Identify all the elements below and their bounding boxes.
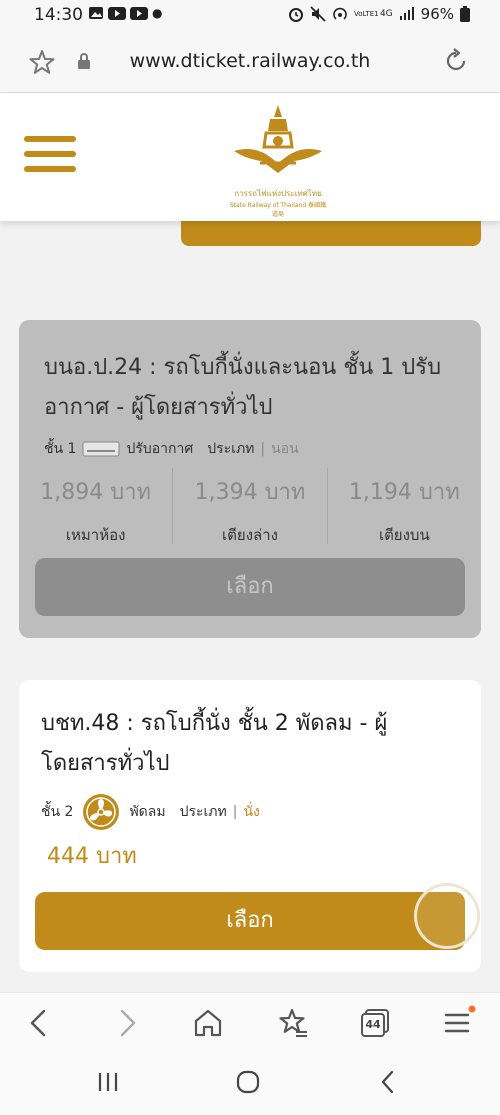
recent-apps-icon[interactable]: [96, 1070, 120, 1094]
card2-title: บชท.48 : รถโบกี้นั่ง ชั้น 2 พัดลม - ผู้โ…: [41, 711, 388, 776]
card1-select-button[interactable]: เลือก: [35, 558, 465, 616]
more-dot-icon: ●: [152, 6, 163, 20]
alarm-icon: [288, 8, 303, 22]
status-bar: 14:30 ● VoLTE1 4G 96%: [0, 0, 500, 32]
volte-label: VoLTE1: [353, 10, 379, 18]
notification-icons: ●: [88, 6, 162, 20]
train-option-card-2: บชท.48 : รถโบกี้นั่ง ชั้น 2 พัดลม - ผู้โ…: [19, 680, 481, 972]
hamburger-menu-icon[interactable]: [24, 136, 76, 172]
card1-ac-label: ปรับอากาศ: [126, 441, 194, 457]
card2-select-button[interactable]: เลือก: [35, 892, 465, 950]
system-status-icons: VoLTE1 4G 96%: [288, 5, 470, 23]
card2-type-value: นั่ง: [243, 804, 260, 820]
youtube-icon-2: [130, 6, 148, 20]
signal-icon: [399, 7, 414, 20]
card2-fan-label: พัดลม: [129, 804, 166, 820]
system-nav-bar: [0, 1050, 500, 1115]
price-amount: 1,894 บาท: [40, 480, 152, 505]
fan-icon: [83, 794, 120, 830]
card2-type-separator: |: [232, 804, 238, 820]
card1-type-separator: |: [260, 441, 266, 457]
card2-class: ชั้น 2: [41, 804, 74, 820]
card1-class: ชั้น 1: [44, 441, 77, 457]
tab-count: 44: [365, 1018, 381, 1031]
card1-type-label: ประเภท: [207, 441, 255, 457]
air-conditioner-icon: [82, 441, 120, 457]
browser-bottom-nav: 44: [0, 992, 500, 1051]
price-amount: 1,394 บาท: [194, 480, 306, 505]
status-time: 14:30: [34, 5, 83, 25]
touch-ripple: [414, 883, 480, 949]
tabs-button[interactable]: 44: [358, 1005, 394, 1041]
url-text[interactable]: www.dticket.railway.co.th: [0, 50, 500, 72]
price-amount: 1,194 บาท: [348, 480, 460, 505]
logo-thai-text: การรถไฟแห่งประเทศไทย: [234, 189, 322, 198]
srt-emblem-icon: [234, 105, 322, 173]
srt-logo[interactable]: การรถไฟแห่งประเทศไทย State Railway of Th…: [228, 101, 328, 218]
card2-price: 444 บาท: [47, 844, 137, 869]
price-label: เหมาห้อง: [65, 526, 126, 544]
gallery-icon: [89, 7, 103, 19]
reload-icon[interactable]: [442, 47, 470, 75]
forward-icon[interactable]: [108, 1005, 144, 1041]
logo-english-text: State Railway of Thailand 泰國鐵道局: [229, 202, 327, 218]
price-label: เตียงบน: [378, 526, 430, 544]
card2-meta: ชั้น 2 พัดลม ประเภท | นั่ง: [41, 792, 260, 832]
site-header: การรถไฟแห่งประเทศไทย State Railway of Th…: [0, 93, 500, 221]
system-back-icon[interactable]: [378, 1070, 398, 1094]
card1-price-list: 1,894 บาท เหมาห้อง 1,394 บาท เตียงล่าง 1…: [19, 468, 481, 544]
network-label: 4G: [379, 9, 393, 19]
card1-title: บนอ.ป.24 : รถโบกี้นั่งและนอน ชั้น 1 ปรับ…: [44, 355, 442, 420]
price-option: 1,894 บาท เหมาห้อง: [19, 468, 174, 544]
train-option-card-1: บนอ.ป.24 : รถโบกี้นั่งและนอน ชั้น 1 ปรับ…: [19, 320, 481, 638]
mute-icon: [310, 6, 326, 22]
browser-url-bar: www.dticket.railway.co.th: [0, 32, 500, 93]
bookmarks-icon[interactable]: [274, 1005, 310, 1041]
home-button-icon[interactable]: [235, 1070, 261, 1094]
price-label: เตียงล่าง: [222, 526, 278, 544]
menu-icon[interactable]: [440, 1005, 476, 1041]
price-option: 1,194 บาท เตียงบน: [328, 468, 481, 544]
card1-type-value: นอน: [271, 441, 299, 457]
home-icon[interactable]: [190, 1005, 226, 1041]
price-option: 1,394 บาท เตียงล่าง: [173, 468, 328, 544]
back-icon[interactable]: [22, 1005, 58, 1041]
card2-type-label: ประเภท: [179, 804, 227, 820]
battery-icon: [460, 6, 470, 22]
battery-percent: 96%: [420, 5, 454, 23]
hotspot-icon: [333, 7, 347, 20]
youtube-icon: [108, 6, 126, 20]
card1-meta: ชั้น 1 ปรับอากาศ ประเภท | นอน: [44, 438, 299, 460]
